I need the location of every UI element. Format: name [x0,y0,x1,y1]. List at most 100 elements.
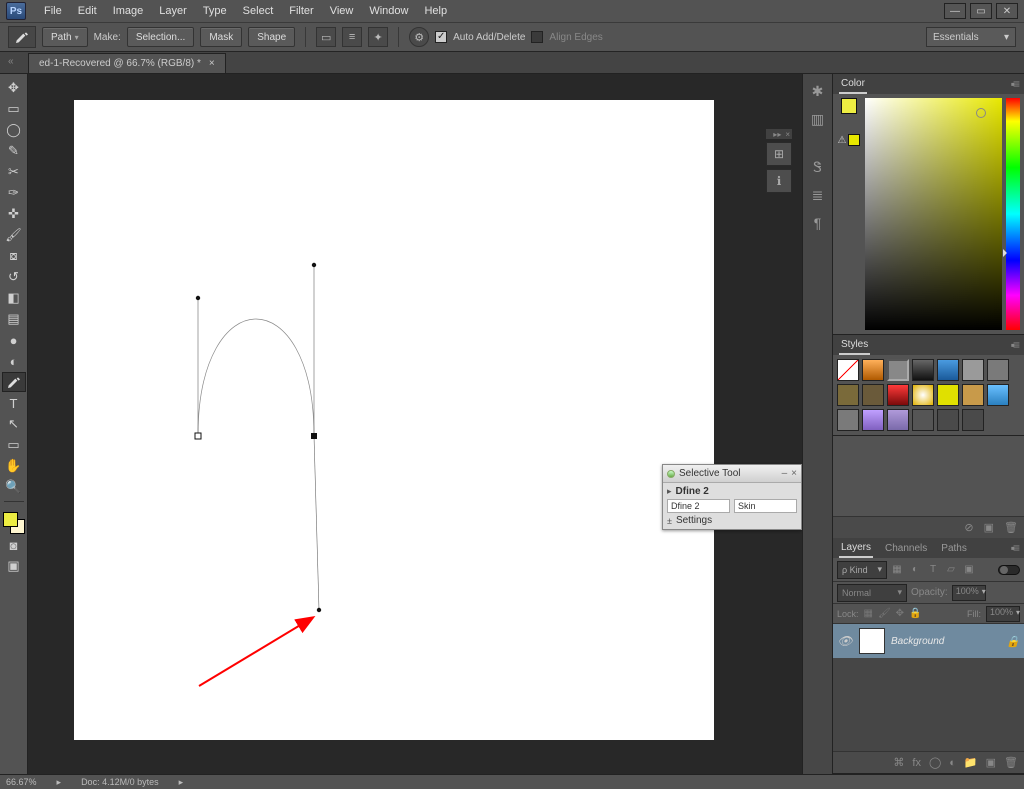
style-swatch[interactable] [887,384,909,406]
style-swatch[interactable] [937,359,959,381]
lock-paint-icon[interactable]: 🖌 [878,608,891,619]
menu-view[interactable]: View [322,2,362,20]
eraser-tool[interactable]: ◧ [2,288,26,308]
plugin-dropdown-2[interactable]: Skin [734,499,797,513]
layer-lock-icon[interactable]: 🔒 [1006,635,1020,648]
layer-filter-kind[interactable]: ρ Kind▾ [837,561,887,579]
menu-select[interactable]: Select [235,2,282,20]
blend-mode-dropdown[interactable]: Normal▾ [837,584,907,602]
settings-toggle-icon[interactable]: ± [667,516,672,526]
hand-tool[interactable]: ✋ [2,456,26,476]
character-panel-icon[interactable]: ≣ [807,184,829,206]
panel-menu-icon[interactable]: ▪≡ [1011,541,1018,555]
plugin-toggle-icon[interactable]: ▸ [667,486,672,497]
zoom-arrow-icon[interactable]: ▸ [57,777,62,788]
paragraph-panel-icon[interactable]: ¶ [807,212,829,234]
mini-info-icon[interactable]: ℹ [766,169,792,193]
foreground-swatch[interactable] [3,512,18,527]
screenmode-toggle[interactable]: ▣ [2,556,26,576]
color-swatches[interactable] [3,512,25,534]
lock-position-icon[interactable]: ✥ [896,608,904,619]
selective-tool-panel[interactable]: Selective Tool –× ▸Dfine 2 Dfine 2 Skin … [662,464,802,530]
layer-thumbnail[interactable] [859,628,885,654]
panel-close-icon[interactable]: × [791,468,797,479]
marquee-tool[interactable]: ▭ [2,99,26,119]
filter-toggle[interactable] [998,565,1020,575]
filter-smart-icon[interactable]: ▣ [961,562,977,578]
path-arrangement-icon[interactable]: ✦ [368,27,388,47]
shape-tool[interactable]: ▭ [2,435,26,455]
filter-adjust-icon[interactable]: ◐ [907,562,923,578]
lock-transparency-icon[interactable]: ▦ [864,608,873,619]
color-spectrum[interactable] [865,98,1002,330]
color-nearest-swatch[interactable] [848,134,860,146]
maximize-button[interactable]: ▭ [970,3,992,19]
color-foreground-swatch[interactable] [841,98,857,114]
actions-panel-icon[interactable]: ▥ [807,108,829,130]
style-swatch[interactable] [862,359,884,381]
gradient-tool[interactable]: ▤ [2,309,26,329]
path-op-combine-icon[interactable]: ▭ [316,27,336,47]
gear-icon[interactable]: ⚙ [409,27,429,47]
fill-input[interactable]: 100% [986,606,1020,622]
crop-tool[interactable]: ✂ [2,162,26,182]
style-swatch[interactable] [937,384,959,406]
new-layer-icon[interactable]: ▣ [986,756,996,769]
style-swatch[interactable] [837,384,859,406]
delete-layer-icon[interactable]: 🗑 [1004,756,1018,769]
hue-marker[interactable] [1003,249,1007,257]
menu-window[interactable]: Window [361,2,416,20]
layers-tab[interactable]: Layers [839,539,873,558]
channels-tab[interactable]: Channels [883,540,929,557]
mask-icon[interactable]: ◯ [929,756,941,769]
menu-layer[interactable]: Layer [151,2,195,20]
dodge-tool[interactable]: ◐ [2,351,26,371]
fx-icon[interactable]: fx [912,757,921,769]
color-tab[interactable]: Color [839,75,867,94]
move-tool[interactable]: ✥ [2,78,26,98]
path-align-icon[interactable]: ≡ [342,27,362,47]
style-swatch[interactable] [862,409,884,431]
make-selection-button[interactable]: Selection... [127,27,194,47]
style-swatch[interactable] [887,409,909,431]
align-edges-checkbox[interactable] [531,31,543,43]
menu-file[interactable]: File [36,2,70,20]
adjustment-icon[interactable]: ◐ [949,757,956,769]
mini-properties-icon[interactable]: ⊞ [766,142,792,166]
document-tab[interactable]: ed-1-Recovered @ 66.7% (RGB/8) * × [28,53,226,73]
style-swatch[interactable] [912,384,934,406]
panel-menu-icon[interactable]: ▪≡ [1011,338,1018,352]
style-swatch[interactable] [912,359,934,381]
brush-tool[interactable]: 🖌 [2,225,26,245]
eyedropper-tool[interactable]: ✑ [2,183,26,203]
menu-help[interactable]: Help [416,2,455,20]
workspace-dropdown[interactable]: Essentials▾ [926,27,1016,47]
make-shape-button[interactable]: Shape [248,27,295,47]
type-tool[interactable]: T [2,393,26,413]
history-brush-tool[interactable]: ↺ [2,267,26,287]
filter-image-icon[interactable]: ▦ [889,562,905,578]
style-swatch[interactable] [937,409,959,431]
close-button[interactable]: ✕ [996,3,1018,19]
link-layers-icon[interactable]: ⌘ [893,756,904,769]
doc-arrow-icon[interactable]: ▸ [179,777,184,788]
menu-image[interactable]: Image [105,2,152,20]
spectrum-marker[interactable] [976,108,986,118]
style-swatch[interactable] [912,409,934,431]
brush-panel-icon[interactable]: Ꮥ [807,156,829,178]
style-swatch[interactable] [962,359,984,381]
auto-add-delete-checkbox[interactable]: ✓ [435,31,447,43]
quick-select-tool[interactable]: ✎ [2,141,26,161]
delete-style-icon[interactable]: 🗑 [1004,521,1018,534]
new-style-icon[interactable]: ▣ [984,521,994,534]
style-swatch[interactable] [962,384,984,406]
clear-style-icon[interactable]: ⊘ [964,521,973,534]
filter-type-icon[interactable]: T [925,562,941,578]
zoom-tool[interactable]: 🔍 [2,477,26,497]
quickmask-toggle[interactable]: ◙ [2,535,26,555]
layer-row-background[interactable]: 👁 Background 🔒 [833,624,1024,658]
make-mask-button[interactable]: Mask [200,27,242,47]
menu-filter[interactable]: Filter [281,2,321,20]
plugin-dropdown-1[interactable]: Dfine 2 [667,499,730,513]
zoom-level[interactable]: 66.67% [6,777,37,787]
